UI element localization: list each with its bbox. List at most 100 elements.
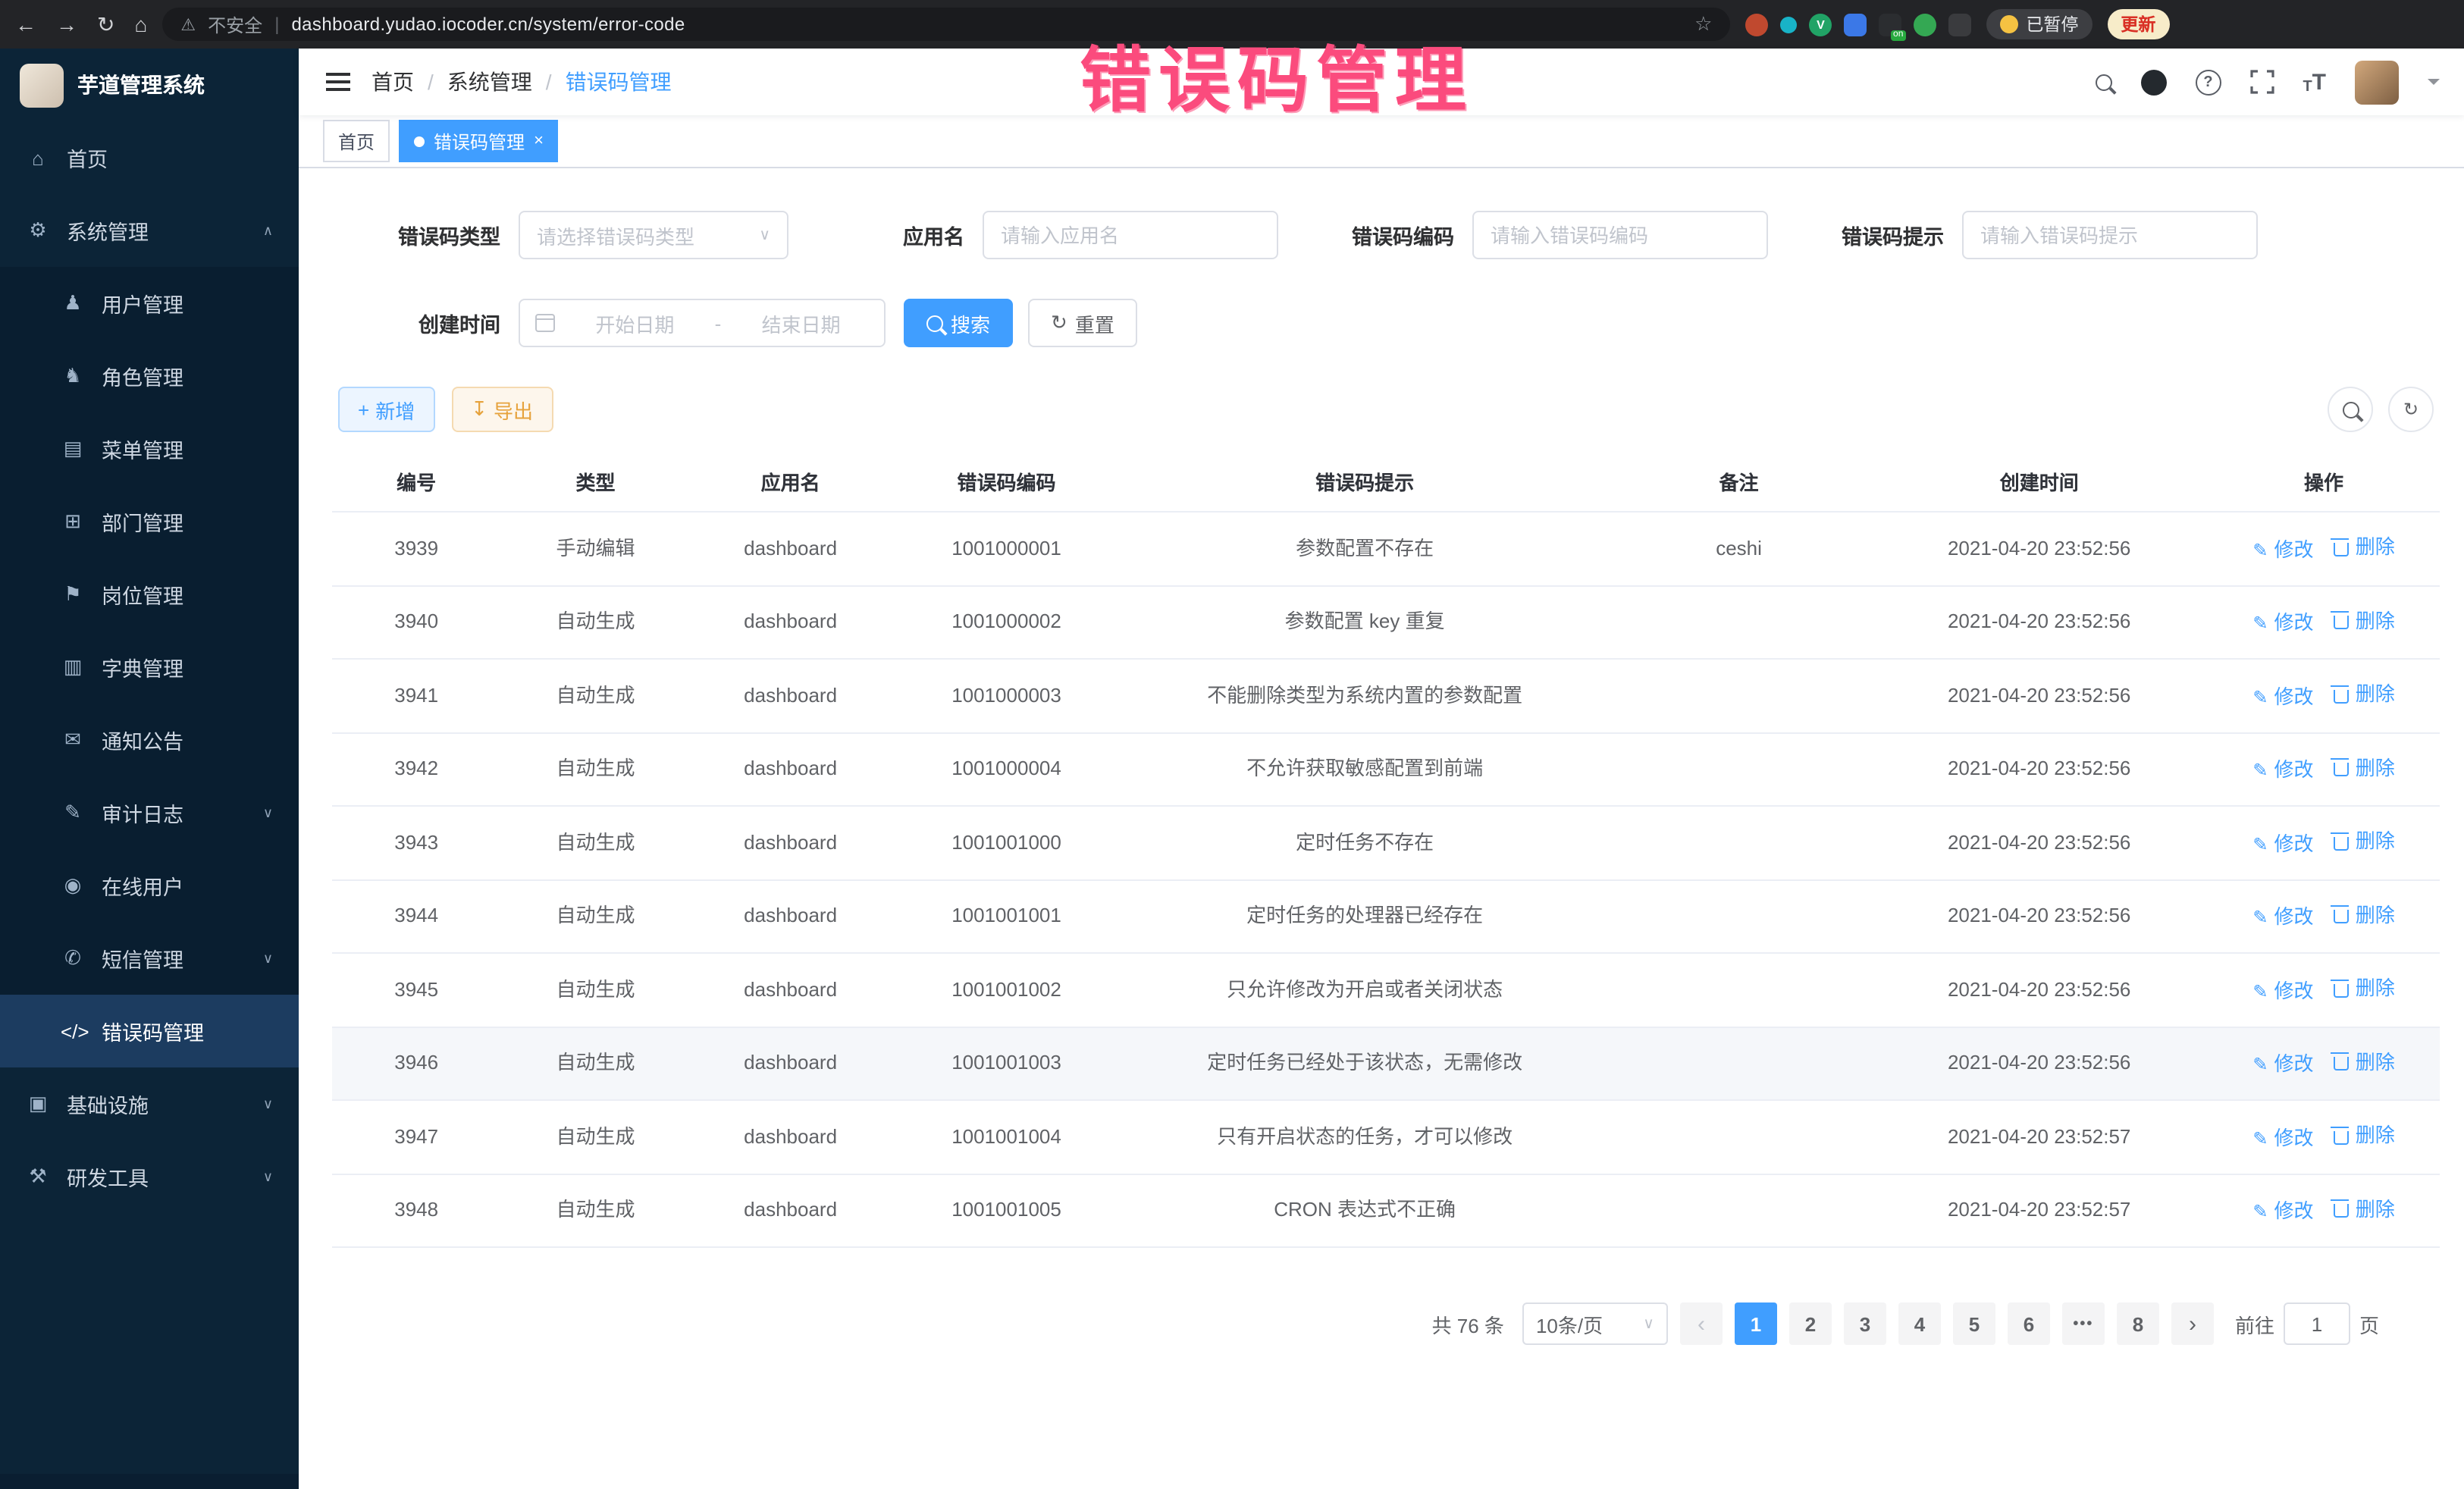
trash-icon	[2334, 616, 2350, 629]
delete-link[interactable]: 删除	[2334, 609, 2395, 633]
address-bar[interactable]: ⚠ 不安全 | dashboard.yudao.iocoder.cn/syste…	[162, 8, 1730, 41]
edit-link[interactable]: ✎修改	[2252, 832, 2313, 856]
add-button[interactable]: + 新增	[338, 387, 434, 432]
prev-page-button[interactable]: ‹	[1680, 1302, 1723, 1345]
extension-icon[interactable]	[1844, 13, 1867, 36]
edit-link[interactable]: ✎修改	[2252, 685, 2313, 709]
browser-update-button[interactable]: 更新	[2107, 9, 2169, 39]
dictionary-icon: ▥	[61, 655, 85, 679]
page-button-5[interactable]: 5	[1953, 1302, 1995, 1345]
bookmark-star-icon[interactable]: ☆	[1694, 12, 1712, 36]
extension-icon[interactable]	[1879, 13, 1901, 36]
sidebar-item-roles[interactable]: ♞ 角色管理	[0, 340, 299, 412]
page-button-3[interactable]: 3	[1844, 1302, 1886, 1345]
app-name-input[interactable]	[983, 211, 1278, 259]
sidebar-item-infrastructure[interactable]: ▣ 基础设施 ∨	[0, 1067, 299, 1140]
search-icon[interactable]	[2095, 74, 2111, 90]
error-type-select[interactable]: 请选择错误码类型 ∨	[519, 211, 788, 259]
delete-label: 删除	[2356, 1197, 2395, 1221]
edit-link[interactable]: ✎修改	[2252, 758, 2313, 782]
back-icon[interactable]: ←	[15, 11, 36, 37]
delete-link[interactable]: 删除	[2334, 903, 2395, 927]
export-button[interactable]: ↧ 导出	[451, 387, 553, 432]
page-button-1[interactable]: 1	[1735, 1302, 1777, 1345]
delete-link[interactable]: 删除	[2334, 756, 2395, 780]
sidebar-item-menus[interactable]: ▤ 菜单管理	[0, 412, 299, 485]
puzzle-extension-icon[interactable]	[1948, 13, 1971, 36]
page-button-4[interactable]: 4	[1898, 1302, 1941, 1345]
font-size-icon[interactable]: TT	[2303, 69, 2326, 95]
app-logo[interactable]: 芋道管理系统	[0, 49, 299, 121]
tab-home[interactable]: 首页	[323, 120, 390, 162]
reset-button[interactable]: ↻ 重置	[1028, 299, 1137, 347]
edit-link[interactable]: ✎修改	[2252, 905, 2313, 929]
cell-remark: ceshi	[1607, 512, 1871, 585]
edit-link[interactable]: ✎修改	[2252, 611, 2313, 635]
sidebar-item-dictionary[interactable]: ▥ 字典管理	[0, 631, 299, 704]
help-icon[interactable]	[2195, 69, 2221, 95]
date-range-picker[interactable]: 开始日期 - 结束日期	[519, 299, 886, 347]
sidebar-item-audit-log[interactable]: ✎ 审计日志 ∨	[0, 776, 299, 849]
extension-icon[interactable]	[1745, 13, 1768, 36]
avatar-caret-icon[interactable]	[2428, 79, 2440, 91]
sidebar-item-departments[interactable]: ⊞ 部门管理	[0, 485, 299, 558]
delete-link[interactable]: 删除	[2334, 682, 2395, 707]
delete-link[interactable]: 删除	[2334, 1124, 2395, 1148]
edit-link[interactable]: ✎修改	[2252, 1052, 2313, 1077]
edit-link[interactable]: ✎修改	[2252, 1126, 2313, 1150]
fullscreen-icon[interactable]	[2249, 70, 2274, 94]
extension-icon[interactable]	[1914, 13, 1936, 36]
next-page-button[interactable]: ›	[2171, 1302, 2214, 1345]
chevron-up-icon: ∧	[263, 222, 273, 239]
tab-error-code[interactable]: 错误码管理 ×	[399, 120, 559, 162]
tab-close-icon[interactable]: ×	[534, 132, 544, 150]
refresh-table-button[interactable]: ↻	[2388, 387, 2434, 432]
sidebar-collapse-icon[interactable]	[326, 80, 350, 83]
url-text[interactable]: dashboard.yudao.iocoder.cn/system/error-…	[291, 14, 685, 35]
sidebar-item-error-code[interactable]: </> 错误码管理	[0, 995, 299, 1067]
sidebar-item-notice[interactable]: ✉ 通知公告	[0, 704, 299, 776]
page-button-2[interactable]: 2	[1789, 1302, 1832, 1345]
pagination-jump: 前往 页	[2235, 1302, 2379, 1345]
browser-home-icon[interactable]: ⌂	[134, 11, 147, 37]
sidebar-item-posts[interactable]: ⚑ 岗位管理	[0, 558, 299, 631]
more-pages-button[interactable]: •••	[2062, 1302, 2105, 1345]
delete-link[interactable]: 删除	[2334, 535, 2395, 560]
sidebar-item-system[interactable]: ⚙ 系统管理 ∧	[0, 194, 299, 267]
extension-icon[interactable]	[1809, 13, 1832, 36]
date-separator: -	[715, 312, 722, 334]
error-code-input[interactable]	[1472, 211, 1768, 259]
github-icon[interactable]	[2140, 69, 2166, 95]
delete-link[interactable]: 删除	[2334, 829, 2395, 854]
sidebar-item-users[interactable]: ♟ 用户管理	[0, 267, 299, 340]
security-warning-icon[interactable]: ⚠	[180, 14, 196, 34]
extension-icon[interactable]	[1780, 16, 1797, 33]
sidebar-item-sms[interactable]: ✆ 短信管理 ∨	[0, 922, 299, 995]
jump-page-input[interactable]	[2284, 1302, 2350, 1345]
delete-link[interactable]: 删除	[2334, 1050, 2395, 1074]
select-placeholder: 请选择错误码类型	[537, 221, 694, 249]
profile-paused-chip[interactable]: 已暂停	[1986, 9, 2092, 39]
breadcrumb-system[interactable]: 系统管理	[447, 67, 532, 97]
delete-link[interactable]: 删除	[2334, 976, 2395, 1001]
search-button[interactable]: 搜索	[904, 299, 1013, 347]
forward-icon[interactable]: →	[56, 11, 77, 37]
delete-link[interactable]: 删除	[2334, 1197, 2395, 1221]
edit-link[interactable]: ✎修改	[2252, 1199, 2313, 1224]
end-date-placeholder[interactable]: 结束日期	[733, 309, 869, 337]
error-hint-input[interactable]	[1962, 211, 2258, 259]
sidebar-item-online-users[interactable]: ◉ 在线用户	[0, 849, 299, 922]
start-date-placeholder[interactable]: 开始日期	[567, 309, 703, 337]
user-avatar[interactable]	[2355, 60, 2399, 104]
reload-icon[interactable]: ↻	[97, 11, 114, 37]
sidebar-item-home[interactable]: ⌂ 首页	[0, 121, 299, 194]
delete-label: 删除	[2356, 682, 2395, 707]
sidebar-item-devtools[interactable]: ⚒ 研发工具 ∨	[0, 1140, 299, 1213]
page-button-6[interactable]: 6	[2008, 1302, 2050, 1345]
toggle-search-button[interactable]	[2328, 387, 2373, 432]
page-button-8[interactable]: 8	[2117, 1302, 2159, 1345]
page-size-select[interactable]: 10条/页 ∨	[1522, 1302, 1668, 1345]
breadcrumb-home[interactable]: 首页	[371, 67, 414, 97]
edit-link[interactable]: ✎修改	[2252, 979, 2313, 1003]
edit-link[interactable]: ✎修改	[2252, 538, 2313, 562]
